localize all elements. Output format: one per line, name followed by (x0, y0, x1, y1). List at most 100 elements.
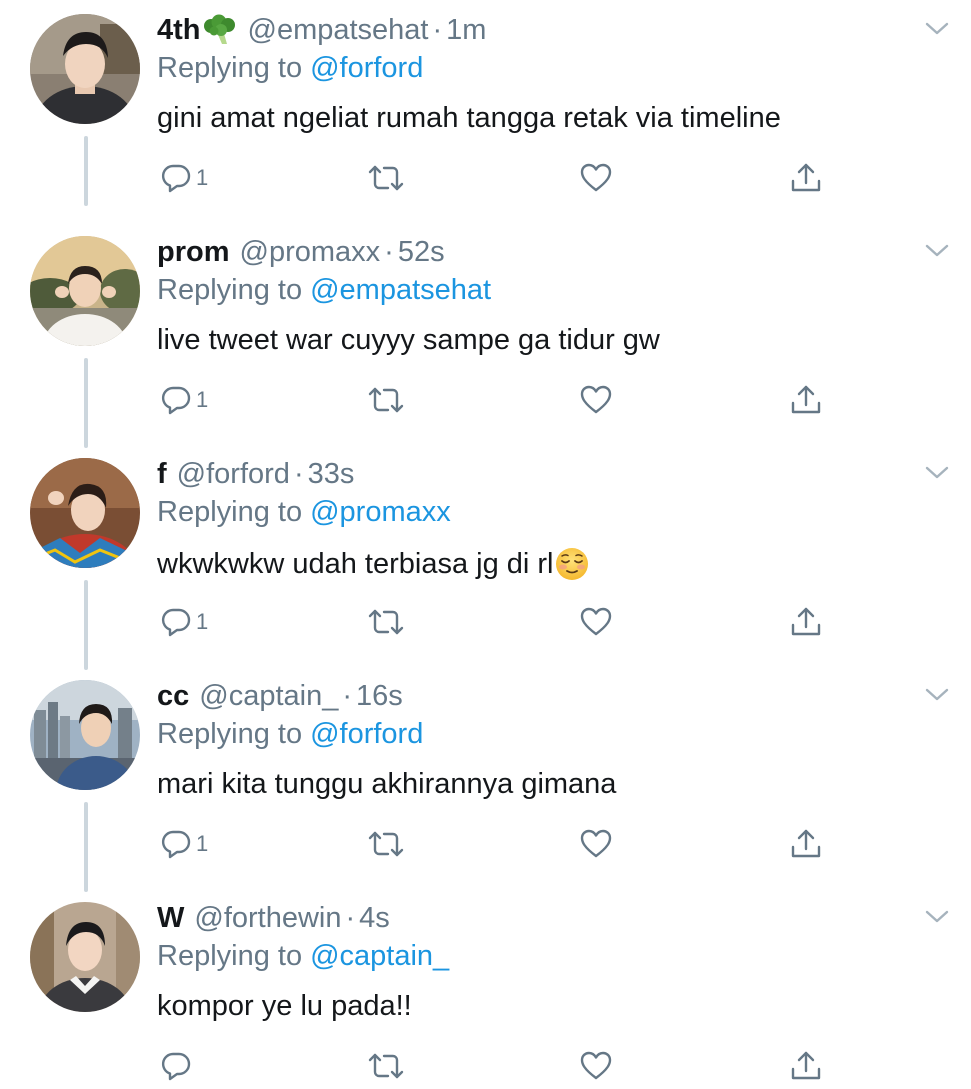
chevron-down-icon[interactable] (922, 684, 952, 706)
user-handle[interactable]: @forford (177, 458, 290, 491)
chevron-down-icon[interactable] (922, 906, 952, 928)
share-icon (791, 607, 821, 636)
tweet-header: 4th @empatsehat · 1m (157, 12, 486, 48)
reply-button[interactable]: 1 (160, 382, 208, 418)
share-button[interactable] (789, 160, 823, 196)
tweet-header: f @forford · 33s (157, 456, 354, 492)
chevron-down-icon[interactable] (922, 18, 952, 40)
retweet-button[interactable] (366, 826, 406, 862)
replying-to-mention[interactable]: @forford (310, 52, 423, 84)
retweet-icon (368, 831, 404, 857)
tweet-text-content: wkwkwkw udah terbiasa jg di rl (157, 547, 554, 580)
share-icon (791, 385, 821, 414)
replying-to-label: Replying to (157, 274, 303, 306)
tweet[interactable]: prom @promaxx · 52s Replying to @empatseh… (0, 222, 971, 444)
replying-to-mention[interactable]: @forford (310, 718, 423, 750)
tweet[interactable]: f @forford · 33s Replying to @promaxx wkw… (0, 444, 971, 666)
timestamp[interactable]: 16s (356, 680, 403, 713)
retweet-button[interactable] (366, 160, 406, 196)
avatar[interactable] (30, 680, 140, 790)
user-handle[interactable]: @forthewin (194, 902, 341, 935)
reply-button[interactable] (160, 1048, 196, 1084)
tweet-text: wkwkwkw udah terbiasa jg di rl (157, 546, 590, 582)
replying-to: Replying to @forford (157, 52, 423, 85)
replying-to: Replying to @promaxx (157, 496, 451, 529)
like-button[interactable] (579, 604, 613, 640)
tweet-text: mari kita tunggu akhirannya gimana (157, 768, 616, 801)
share-button[interactable] (789, 826, 823, 862)
reply-button[interactable]: 1 (160, 604, 208, 640)
separator-dot: · (345, 901, 356, 934)
reply-icon (161, 164, 191, 193)
reply-button[interactable]: 1 (160, 160, 208, 196)
like-button[interactable] (579, 160, 613, 196)
tweet[interactable]: W @forthewin · 4s Replying to @captain_ k… (0, 888, 971, 1089)
heart-icon (580, 163, 612, 192)
separator-dot: · (384, 235, 394, 268)
timestamp[interactable]: 52s (398, 236, 445, 269)
reply-button[interactable]: 1 (160, 826, 208, 862)
display-name[interactable]: prom (157, 236, 230, 269)
timestamp[interactable]: 1m (446, 14, 486, 47)
display-name[interactable]: 4th (157, 14, 201, 47)
user-handle[interactable]: @promaxx (240, 236, 381, 269)
retweet-button[interactable] (366, 382, 406, 418)
replying-to-label: Replying to (157, 718, 303, 750)
share-button[interactable] (789, 382, 823, 418)
reply-count: 1 (196, 165, 209, 190)
user-handle[interactable]: @empatsehat (248, 14, 429, 47)
replying-to: Replying to @captain_ (157, 940, 449, 973)
heart-icon (580, 607, 612, 636)
chevron-down-icon[interactable] (922, 462, 952, 484)
retweet-icon (368, 165, 404, 191)
tweet-text: live tweet war cuyyy sampe ga tidur gw (157, 324, 660, 357)
reply-count: 1 (196, 609, 209, 634)
broccoli-icon (202, 14, 238, 46)
like-button[interactable] (579, 382, 613, 418)
tweet-text-content: kompor ye lu pada!! (157, 990, 412, 1022)
tweet[interactable]: 4th @empatsehat · 1m Replying to @forford… (0, 0, 971, 222)
reply-count: 1 (196, 831, 209, 856)
share-icon (791, 163, 821, 192)
display-name[interactable]: f (157, 458, 167, 491)
retweet-icon (368, 609, 404, 635)
display-name[interactable]: cc (157, 680, 189, 713)
separator-dot: · (293, 457, 304, 490)
retweet-icon (368, 1053, 404, 1079)
like-button[interactable] (579, 826, 613, 862)
timestamp[interactable]: 33s (308, 458, 355, 491)
avatar[interactable] (30, 236, 140, 346)
replying-to: Replying to @forford (157, 718, 423, 751)
tweet-text: kompor ye lu pada!! (157, 990, 412, 1023)
separator-dot: · (342, 679, 353, 712)
replying-to-mention[interactable]: @captain_ (310, 940, 449, 972)
chevron-down-icon[interactable] (922, 240, 952, 262)
avatar[interactable] (30, 458, 140, 568)
reply-icon (161, 386, 191, 415)
replying-to: Replying to @empatsehat (157, 274, 491, 307)
tweet-header: cc @captain_ · 16s (157, 678, 403, 714)
reply-count: 1 (196, 387, 209, 412)
heart-icon (580, 385, 612, 414)
like-button[interactable] (579, 1048, 613, 1084)
relieved-face-icon (554, 546, 590, 582)
avatar[interactable] (30, 902, 140, 1012)
replying-to-mention[interactable]: @empatsehat (310, 274, 491, 306)
reply-icon (161, 608, 191, 637)
timestamp[interactable]: 4s (359, 902, 390, 935)
retweet-button[interactable] (366, 604, 406, 640)
avatar[interactable] (30, 14, 140, 124)
share-button[interactable] (789, 604, 823, 640)
display-name[interactable]: W (157, 902, 184, 935)
retweet-icon (368, 387, 404, 413)
retweet-button[interactable] (366, 1048, 406, 1084)
share-button[interactable] (789, 1048, 823, 1084)
tweet-text-content: mari kita tunggu akhirannya gimana (157, 768, 617, 800)
tweet[interactable]: cc @captain_ · 16s Replying to @forford m… (0, 666, 971, 888)
replying-to-label: Replying to (157, 940, 303, 972)
replying-to-mention[interactable]: @promaxx (310, 496, 451, 528)
tweet-text: gini amat ngeliat rumah tangga retak via… (157, 102, 781, 135)
share-icon (791, 829, 821, 858)
user-handle[interactable]: @captain_ (199, 680, 338, 713)
tweet-text-content: gini amat ngeliat rumah tangga retak via… (157, 102, 781, 134)
